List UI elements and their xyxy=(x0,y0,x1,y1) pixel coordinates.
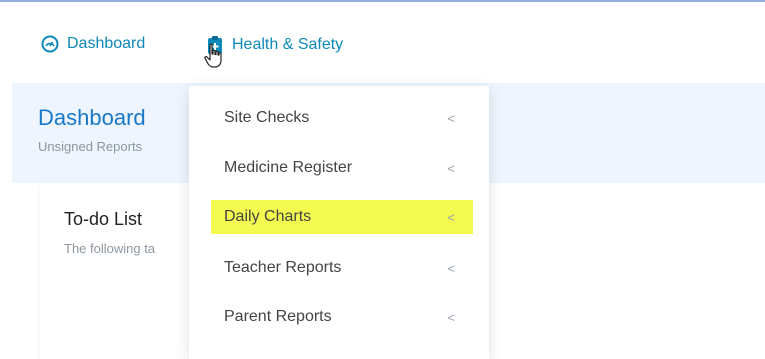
menu-item-label: Medicine Register xyxy=(224,159,353,176)
chevron-left-icon: < xyxy=(447,260,455,276)
menu-item-parent-reports[interactable]: Parent Reports < xyxy=(211,300,473,334)
menu-item-label: Teacher Reports xyxy=(224,259,342,276)
menu-item-label: Daily Charts xyxy=(224,208,312,225)
chevron-left-icon: < xyxy=(447,209,455,225)
nav-dashboard-label: Dashboard xyxy=(67,35,146,52)
chevron-left-icon: < xyxy=(447,309,455,325)
todo-card-title: To-do List xyxy=(64,209,143,229)
page-title: Dashboard xyxy=(38,105,146,130)
menu-item-label: Site Checks xyxy=(224,109,310,126)
nav-health-safety[interactable]: Health & Safety xyxy=(206,35,343,55)
chevron-left-icon: < xyxy=(447,110,455,126)
page-subtitle: Unsigned Reports xyxy=(38,139,143,154)
menu-item-site-checks[interactable]: Site Checks < xyxy=(211,101,473,135)
gauge-icon xyxy=(41,35,59,53)
chevron-left-icon: < xyxy=(447,160,455,176)
hand-pointer-cursor-icon xyxy=(204,43,224,74)
menu-item-daily-charts[interactable]: Daily Charts < xyxy=(211,200,473,234)
menu-item-label: Parent Reports xyxy=(224,308,332,325)
menu-item-medicine-register[interactable]: Medicine Register < xyxy=(211,151,473,185)
menu-item-teacher-reports[interactable]: Teacher Reports < xyxy=(211,251,473,285)
nav-dashboard[interactable]: Dashboard xyxy=(41,35,145,53)
nav-health-safety-label: Health & Safety xyxy=(232,36,344,53)
health-safety-dropdown: Site Checks < Medicine Register < Daily … xyxy=(189,86,489,359)
todo-card-text: The following ta xyxy=(64,241,156,256)
